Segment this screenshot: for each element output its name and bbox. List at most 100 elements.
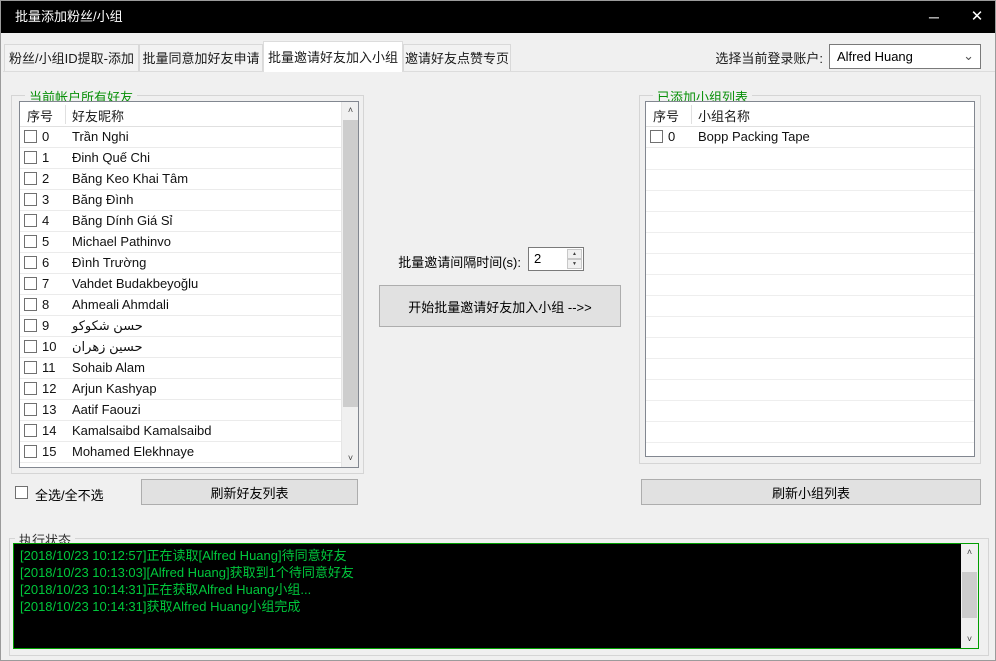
row-checkbox[interactable]: [24, 298, 37, 311]
refresh-groups-button[interactable]: 刷新小组列表: [641, 479, 981, 505]
scroll-down-icon[interactable]: ˅: [342, 450, 359, 467]
row-index: 10: [42, 339, 56, 354]
close-icon: ✕: [971, 8, 984, 25]
minimize-icon: ─: [929, 9, 939, 25]
row-index: 7: [42, 276, 49, 291]
friends-col-index: 序号: [27, 106, 53, 125]
friend-name: Aatif Faouzi: [72, 402, 141, 417]
tab-invite-like-page[interactable]: 邀请好友点赞专页: [403, 44, 511, 72]
row-index: 14: [42, 423, 56, 438]
row-index: 0: [668, 129, 675, 144]
app-window: 批量添加粉丝/小组 ─ ✕ 粉丝/小组ID提取-添加 批量同意加好友申请 批量邀…: [0, 0, 996, 661]
column-separator: [65, 105, 66, 124]
group-name: Bopp Packing Tape: [698, 129, 810, 144]
account-dropdown[interactable]: Alfred Huang ⌄: [829, 44, 981, 69]
status-console[interactable]: [2018/10/23 10:12:57]正在读取[Alfred Huang]待…: [13, 543, 979, 649]
friends-list-scrollbar[interactable]: ˄ ˅: [341, 102, 358, 467]
friend-row[interactable]: 5Michael Pathinvo: [20, 232, 341, 253]
row-checkbox[interactable]: [650, 130, 663, 143]
friend-name: Đinh Quế Chi: [72, 150, 150, 165]
friend-name: حسين زهران: [72, 339, 143, 355]
column-separator: [691, 105, 692, 124]
friend-name: Michael Pathinvo: [72, 234, 171, 249]
log-line: [2018/10/23 10:12:57]正在读取[Alfred Huang]待…: [20, 547, 956, 564]
friend-row[interactable]: 10 حسين زهران: [20, 337, 341, 358]
minimize-button[interactable]: ─: [911, 1, 957, 33]
scrollbar-thumb[interactable]: [962, 572, 977, 618]
friend-row[interactable]: 3Băng Đình: [20, 190, 341, 211]
row-checkbox[interactable]: [24, 361, 37, 374]
row-checkbox[interactable]: [24, 256, 37, 269]
friend-name: حسن شكوكو: [72, 318, 143, 334]
account-dropdown-value: Alfred Huang: [837, 45, 913, 68]
friend-name: Vahdet Budakbeyoğlu: [72, 276, 198, 291]
select-all-checkbox[interactable]: [15, 486, 28, 499]
friend-row[interactable]: 12Arjun Kashyap: [20, 379, 341, 400]
interval-spinner[interactable]: 2 ▲ ▼: [528, 247, 584, 271]
row-checkbox[interactable]: [24, 172, 37, 185]
row-index: 11: [42, 360, 56, 375]
friend-row[interactable]: 4Băng Dính Giá Sỉ: [20, 211, 341, 232]
row-index: 9: [42, 318, 49, 333]
friend-row[interactable]: 11Sohaib Alam: [20, 358, 341, 379]
friend-name: Băng Dính Giá Sỉ: [72, 213, 172, 228]
friend-row[interactable]: 1Đinh Quế Chi: [20, 148, 341, 169]
friend-row[interactable]: 13Aatif Faouzi: [20, 400, 341, 421]
row-checkbox[interactable]: [24, 214, 37, 227]
row-checkbox[interactable]: [24, 319, 37, 332]
interval-label: 批量邀请间隔时间(s):: [381, 252, 521, 271]
friend-row[interactable]: 6Đình Trường: [20, 253, 341, 274]
scroll-up-icon[interactable]: ˄: [342, 102, 359, 119]
refresh-friends-button[interactable]: 刷新好友列表: [141, 479, 358, 505]
groups-listview[interactable]: 序号 小组名称 0 Bopp Packing Tape: [645, 101, 975, 457]
log-lines: [2018/10/23 10:12:57]正在读取[Alfred Huang]待…: [20, 547, 956, 615]
row-checkbox[interactable]: [24, 340, 37, 353]
chevron-down-icon: ⌄: [963, 45, 974, 66]
groups-list-header: 序号 小组名称: [646, 102, 974, 127]
console-scrollbar[interactable]: ˄ ˅: [961, 544, 978, 648]
friend-name: Kamalsaibd Kamalsaibd: [72, 423, 211, 438]
friend-row[interactable]: 8 Ahmeali Ahmdali: [20, 295, 341, 316]
tab-page-divider: [3, 71, 995, 72]
window-title: 批量添加粉丝/小组: [15, 1, 123, 33]
row-checkbox[interactable]: [24, 130, 37, 143]
row-checkbox[interactable]: [24, 424, 37, 437]
friend-row[interactable]: 2Băng Keo Khai Tâm: [20, 169, 341, 190]
row-index: 0: [42, 129, 49, 144]
spinner-down-icon[interactable]: ▼: [567, 259, 582, 269]
friends-rows: 0 Trần Nghi 1Đinh Quế Chi 2Băng Keo Khai …: [20, 127, 341, 467]
friend-row[interactable]: 14 Kamalsaibd Kamalsaibd: [20, 421, 341, 442]
row-checkbox[interactable]: [24, 235, 37, 248]
row-checkbox[interactable]: [24, 403, 37, 416]
friends-listview[interactable]: 序号 好友昵称 0 Trần Nghi 1Đinh Quế Chi 2Băng K…: [19, 101, 359, 468]
select-all-label: 全选/全不选: [35, 485, 104, 504]
spinner-up-icon[interactable]: ▲: [567, 249, 582, 259]
row-checkbox[interactable]: [24, 277, 37, 290]
tab-id-extract-add[interactable]: 粉丝/小组ID提取-添加: [4, 44, 139, 72]
row-checkbox[interactable]: [24, 445, 37, 458]
interval-value[interactable]: 2: [534, 251, 541, 266]
scroll-down-icon[interactable]: ˅: [961, 631, 978, 648]
friend-row[interactable]: 9 حسن شكوكو: [20, 316, 341, 337]
row-index: 12: [42, 381, 56, 396]
tab-batch-accept-requests[interactable]: 批量同意加好友申请: [139, 44, 263, 72]
friend-row[interactable]: 7 Vahdet Budakbeyoğlu: [20, 274, 341, 295]
title-bar: 批量添加粉丝/小组 ─ ✕: [1, 1, 995, 33]
tab-batch-invite-to-group[interactable]: 批量邀请好友加入小组: [263, 41, 403, 72]
scrollbar-thumb[interactable]: [343, 120, 358, 407]
group-row[interactable]: 0 Bopp Packing Tape: [646, 127, 974, 148]
friend-name: Trần Nghi: [72, 129, 129, 144]
row-index: 8: [42, 297, 49, 312]
close-button[interactable]: ✕: [957, 1, 996, 33]
groups-col-index: 序号: [653, 106, 679, 125]
friend-row[interactable]: 0 Trần Nghi: [20, 127, 341, 148]
row-checkbox[interactable]: [24, 193, 37, 206]
scroll-up-icon[interactable]: ˄: [961, 544, 978, 561]
log-line: [2018/10/23 10:13:03][Alfred Huang]获取到1个…: [20, 564, 956, 581]
row-checkbox[interactable]: [24, 151, 37, 164]
start-batch-invite-button[interactable]: 开始批量邀请好友加入小组 -->>: [379, 285, 621, 327]
friends-list-header: 序号 好友昵称: [20, 102, 358, 127]
friend-name: Ahmeali Ahmdali: [72, 297, 169, 312]
row-checkbox[interactable]: [24, 382, 37, 395]
friend-row[interactable]: 15Mohamed Elekhnaye: [20, 442, 341, 463]
